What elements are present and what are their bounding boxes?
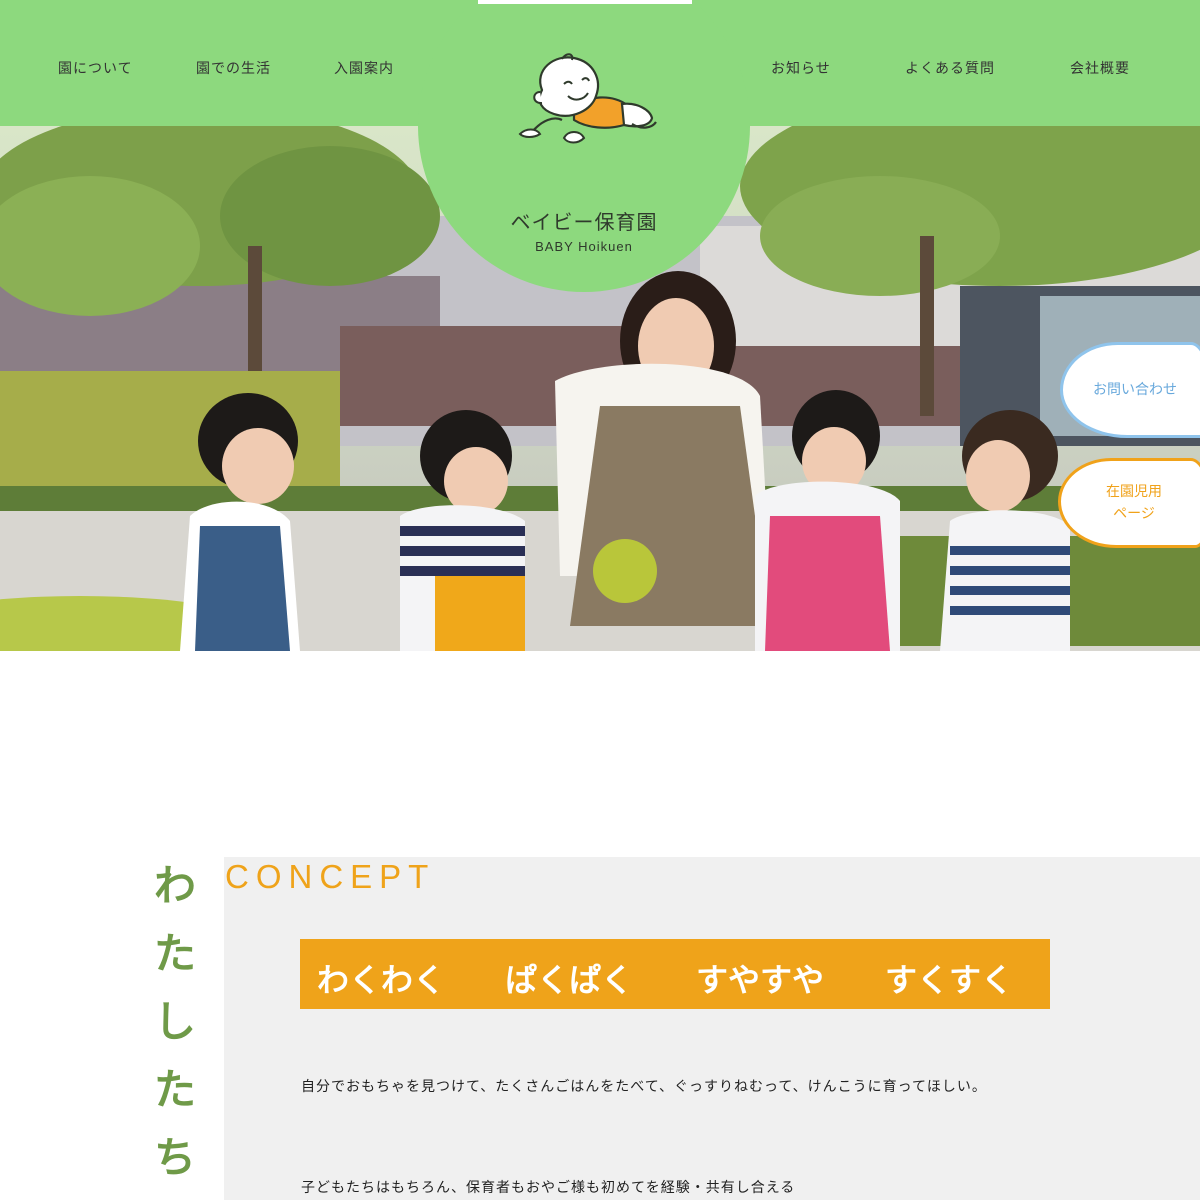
member-page-button[interactable]: 在園児用 ページ — [1058, 458, 1200, 548]
site-name-romaji: BABY Hoikuen — [535, 239, 633, 254]
banner-word: わくわく — [317, 961, 446, 999]
site-name: ベイビー保育園 — [510, 210, 658, 234]
member-page-label-line2: ページ — [1113, 506, 1155, 522]
banner-word: すやすや — [696, 961, 825, 999]
vertical-title-char: た — [153, 929, 196, 978]
nav-daily-life[interactable]: 園での生活 — [196, 58, 271, 78]
nav-about[interactable]: 園について — [58, 58, 133, 78]
vertical-title-char: わ — [153, 861, 196, 910]
logo-tab-divider — [478, 0, 692, 4]
nav-faq[interactable]: よくある質問 — [905, 58, 995, 78]
banner-word: ぱくぱく — [505, 961, 634, 999]
concept-text-1: 自分でおもちゃを見つけて、たくさんごはんをたべて、ぐっすりねむって、けんこうに育… — [301, 1079, 987, 1095]
contact-button[interactable]: お問い合わせ — [1060, 342, 1200, 438]
baby-crawling-icon — [518, 53, 657, 144]
vertical-title: わ た し た ち — [150, 852, 200, 1192]
nav-news[interactable]: お知らせ — [771, 58, 831, 78]
concept-section — [224, 857, 1200, 1200]
nav-company[interactable]: 会社概要 — [1070, 58, 1130, 78]
vertical-title-char: し — [153, 997, 196, 1046]
banner-word: すくすく — [885, 961, 1014, 999]
concept-text-2: 子どもたちはもちろん、保育者もおやご様も初めてを経験・共有し合える — [301, 1180, 796, 1196]
member-page-label: 在園児用 ページ — [1106, 481, 1162, 526]
vertical-title-char: た — [153, 1065, 196, 1114]
concept-banner: わくわく ぱくぱく すやすや すくすく — [300, 939, 1050, 1009]
member-page-label-line1: 在園児用 — [1106, 483, 1162, 500]
contact-button-label: お問い合わせ — [1093, 381, 1177, 398]
vertical-title-char: ち — [153, 1133, 196, 1182]
nav-admission[interactable]: 入園案内 — [334, 58, 394, 78]
concept-heading: CONCEPT — [225, 858, 436, 895]
